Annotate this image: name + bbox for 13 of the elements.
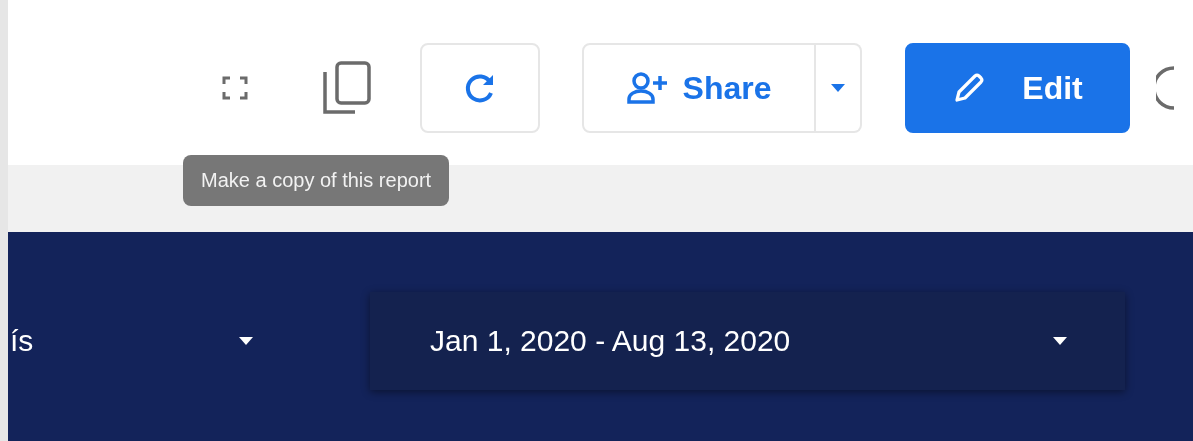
country-dropdown[interactable]: ís [8,292,253,390]
share-button[interactable]: Share [582,43,816,133]
caret-icon [239,337,253,345]
edit-button[interactable]: Edit [905,43,1130,133]
caret-icon [831,84,845,92]
fullscreen-icon[interactable] [222,76,248,100]
caret-icon [1053,337,1067,345]
add-person-icon [626,71,669,105]
refresh-button[interactable] [420,43,540,133]
date-range-dropdown[interactable]: Jan 1, 2020 - Aug 13, 2020 [370,292,1125,390]
help-icon[interactable] [1156,66,1174,110]
tooltip: Make a copy of this report [183,155,450,206]
copy-icon[interactable] [323,60,371,116]
